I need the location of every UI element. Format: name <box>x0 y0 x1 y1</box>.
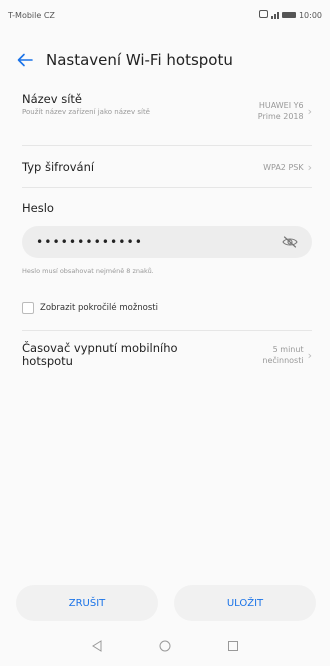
encryption-value-wrap: WPA2 PSK › <box>263 162 312 173</box>
nav-back-icon[interactable] <box>91 637 103 656</box>
password-hint: Heslo musí obsahovat nejméně 8 znaků. <box>22 267 154 275</box>
status-icons: 10:00 <box>258 10 322 20</box>
hotspot-timer-value-line1: 5 minut <box>272 345 304 354</box>
password-label-row: Heslo <box>22 201 312 217</box>
chevron-right-icon: › <box>307 104 312 118</box>
network-name-value: HUAWEI Y6 Prime 2018 › <box>258 100 312 122</box>
save-button[interactable]: ULOŽIT <box>174 585 316 621</box>
cancel-button[interactable]: ZRUŠIT <box>16 585 158 621</box>
encryption-value: WPA2 PSK <box>263 163 304 172</box>
checkbox[interactable] <box>22 302 34 314</box>
clock: 10:00 <box>298 10 322 20</box>
chevron-right-icon: › <box>307 348 312 362</box>
password-label: Heslo <box>22 201 54 215</box>
status-bar: T-Mobile CZ 10:00 <box>0 0 330 30</box>
advanced-options-checkbox[interactable]: Zobrazit pokročilé možnosti <box>22 302 158 314</box>
network-name-value-line1: HUAWEI Y6 <box>258 101 304 110</box>
password-field[interactable]: ••••••••••••• <box>22 226 312 258</box>
page-title: Nastavení Wi-Fi hotspotu <box>46 51 233 69</box>
nfc-icon <box>258 10 268 20</box>
password-value: ••••••••••••• <box>36 235 143 249</box>
divider <box>22 187 312 188</box>
hotspot-timer-row[interactable]: Časovač vypnutí mobilního hotspotu 5 min… <box>22 342 312 376</box>
network-name-description: Použít název zařízení jako název sítě <box>22 108 150 116</box>
hotspot-timer-value-line2: nečinnosti <box>262 356 304 365</box>
battery-icon <box>281 12 296 18</box>
back-arrow-icon[interactable] <box>10 45 40 75</box>
divider <box>22 330 312 331</box>
network-name-value-line2: Prime 2018 <box>257 112 304 121</box>
hotspot-timer-value: 5 minut nečinnosti › <box>262 344 312 366</box>
encryption-row[interactable]: Typ šifrování WPA2 PSK › <box>22 160 312 180</box>
divider <box>22 145 312 146</box>
network-name-row[interactable]: Název sítě Použít název zařízení jako ná… <box>22 92 312 136</box>
nav-recents-icon[interactable] <box>227 637 239 656</box>
navigation-bar <box>0 626 330 666</box>
nav-home-icon[interactable] <box>159 637 171 656</box>
app-bar: Nastavení Wi-Fi hotspotu <box>0 40 330 80</box>
advanced-options-label: Zobrazit pokročilé možnosti <box>40 303 158 313</box>
visibility-off-icon[interactable] <box>282 233 298 252</box>
chevron-right-icon: › <box>307 161 312 174</box>
signal-icon <box>270 11 279 19</box>
carrier-label: T-Mobile CZ <box>8 10 55 20</box>
